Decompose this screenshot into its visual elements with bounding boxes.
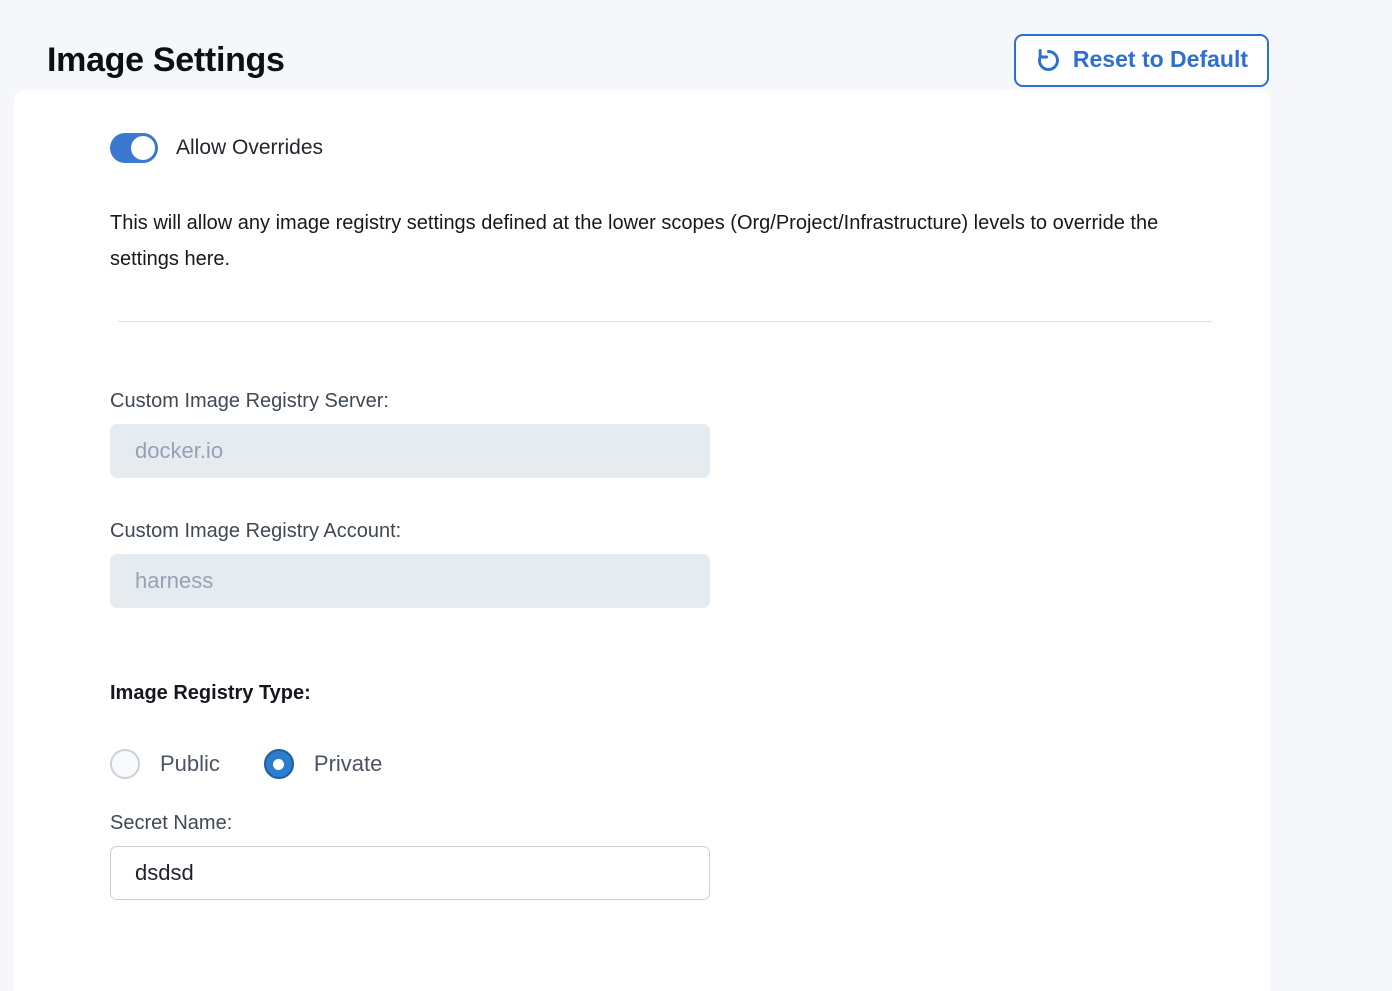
registry-type-options: Public Private xyxy=(110,749,1270,779)
rotate-left-icon xyxy=(1035,47,1062,74)
toggle-knob xyxy=(131,136,155,160)
registry-account-label: Custom Image Registry Account: xyxy=(110,519,1270,543)
allow-overrides-row: Allow Overrides xyxy=(110,133,1270,163)
registry-server-field: Custom Image Registry Server: xyxy=(110,389,1270,478)
registry-type-field: Image Registry Type: Public Private xyxy=(110,681,1270,779)
radio-public-label: Public xyxy=(160,751,220,777)
reset-button-label: Reset to Default xyxy=(1073,47,1248,72)
registry-server-label: Custom Image Registry Server: xyxy=(110,389,1270,413)
overrides-description: This will allow any image registry setti… xyxy=(110,205,1222,277)
registry-type-label: Image Registry Type: xyxy=(110,681,1270,705)
secret-name-label: Secret Name: xyxy=(110,811,1270,835)
image-settings-page: Image Settings Reset to Default Allow Ov… xyxy=(0,0,1392,991)
registry-account-field: Custom Image Registry Account: xyxy=(110,519,1270,608)
settings-card: Allow Overrides This will allow any imag… xyxy=(14,90,1270,991)
allow-overrides-toggle[interactable] xyxy=(110,133,158,163)
radio-public-control[interactable] xyxy=(110,749,140,779)
section-divider xyxy=(118,321,1212,322)
reset-to-default-button[interactable]: Reset to Default xyxy=(1014,34,1269,87)
page-title: Image Settings xyxy=(47,41,285,80)
secret-name-field: Secret Name: xyxy=(110,811,1270,900)
radio-option-private[interactable]: Private xyxy=(264,749,382,779)
radio-private-control[interactable] xyxy=(264,749,294,779)
registry-account-input[interactable] xyxy=(110,554,710,608)
allow-overrides-label: Allow Overrides xyxy=(176,136,323,160)
page-header: Image Settings Reset to Default xyxy=(0,0,1392,90)
radio-option-public[interactable]: Public xyxy=(110,749,220,779)
radio-private-label: Private xyxy=(314,751,382,777)
secret-name-input[interactable] xyxy=(110,846,710,900)
registry-server-input[interactable] xyxy=(110,424,710,478)
